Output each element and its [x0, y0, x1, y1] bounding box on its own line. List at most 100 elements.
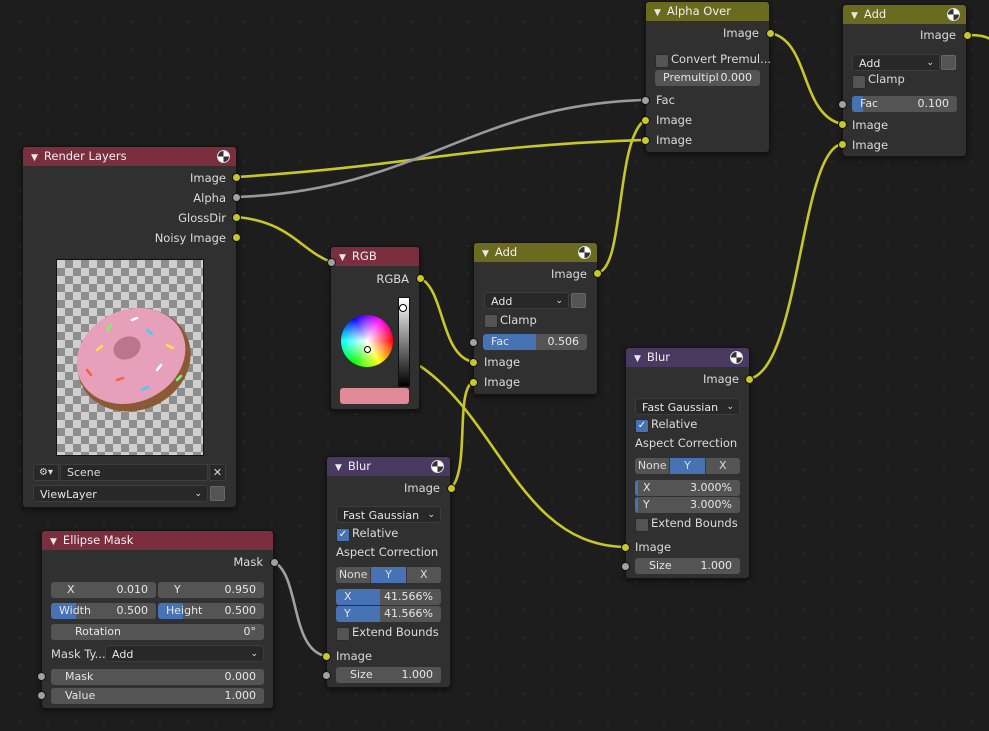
add-right-header[interactable]: ▼ Add	[843, 5, 966, 24]
filter-type-select[interactable]: Fast Gaussian ⌄	[635, 398, 740, 415]
collapse-chevron-icon[interactable]: ▼	[50, 533, 57, 550]
clamp-checkbox[interactable]	[484, 314, 498, 328]
socket-blur-right-out[interactable]	[745, 375, 754, 384]
aspect-none-option[interactable]: None	[336, 567, 372, 583]
extend-bounds-checkbox[interactable]	[635, 518, 649, 532]
scene-selector[interactable]: ⚙▾ Scene ✕	[33, 464, 226, 481]
use-alpha-icon[interactable]	[941, 55, 956, 70]
socket-rgb-in[interactable]	[327, 258, 336, 267]
socket-image-out[interactable]	[232, 173, 241, 182]
socket-alphaover-image1-in[interactable]	[641, 116, 650, 125]
size-y-field[interactable]: Y 3.000%	[635, 497, 740, 513]
ellipse-mask-node[interactable]: ▼ Ellipse Mask Mask X 0.010 Y 0.950 Width 0.…	[41, 530, 274, 709]
size-x-field[interactable]: X 3.000%	[635, 480, 740, 496]
aspect-correction-toggle[interactable]: None Y X	[336, 567, 441, 583]
size-field[interactable]: Size 1.000	[635, 558, 740, 574]
alpha-over-node[interactable]: ▼ Alpha Over Image Convert Premul... Prem…	[645, 1, 771, 153]
socket-mask-in[interactable]	[37, 672, 46, 681]
aspect-none-option[interactable]: None	[635, 458, 671, 474]
socket-alphaover-out[interactable]	[766, 29, 775, 38]
socket-value-in[interactable]	[37, 691, 46, 700]
preview-sphere-icon[interactable]	[217, 150, 230, 163]
preview-sphere-icon[interactable]	[947, 8, 960, 21]
aspect-y-option[interactable]: Y	[670, 458, 706, 474]
clamp-checkbox[interactable]	[852, 75, 866, 89]
convert-premul-checkbox[interactable]	[655, 54, 669, 68]
use-alpha-icon[interactable]	[571, 293, 586, 308]
socket-add-out[interactable]	[593, 269, 602, 278]
view-layer-select[interactable]: ViewLayer ⌄	[33, 485, 208, 502]
width-field[interactable]: Width 0.500	[51, 603, 156, 619]
aspect-x-option[interactable]: X	[706, 458, 740, 474]
add-right-node[interactable]: ▼ Add Image Add ⌄ Clamp Fac 0.100 Image Ima…	[842, 4, 967, 157]
blend-mode-select[interactable]: Add ⌄	[852, 54, 940, 71]
size-y-field[interactable]: Y 41.566%	[336, 606, 441, 622]
fac-field[interactable]: Fac 0.506	[483, 334, 587, 350]
scene-browse-icon[interactable]: ⚙▾	[33, 464, 59, 481]
socket-blur-image-in[interactable]	[322, 652, 331, 661]
color-picker-dot[interactable]	[364, 346, 371, 353]
relative-checkbox[interactable]: ✓	[336, 528, 350, 542]
preview-sphere-icon[interactable]	[730, 351, 743, 364]
add-mix-node[interactable]: ▼ Add Image Add ⌄ Clamp Fac 0.506 Image Ima…	[473, 242, 598, 395]
socket-add-right-out[interactable]	[963, 31, 972, 40]
blur-node[interactable]: ▼ Blur Image Fast Gaussian ⌄ ✓ Relative As…	[326, 456, 451, 688]
collapse-chevron-icon[interactable]: ▼	[335, 459, 342, 476]
socket-blur-out[interactable]	[447, 484, 456, 493]
socket-image1-in[interactable]	[469, 358, 478, 367]
color-swatch[interactable]	[340, 388, 409, 404]
alpha-over-header[interactable]: ▼ Alpha Over	[646, 2, 769, 21]
aspect-x-option[interactable]: X	[407, 567, 441, 583]
socket-glossdir-out[interactable]	[232, 213, 241, 222]
aspect-correction-toggle[interactable]: None Y X	[635, 458, 740, 474]
blend-mode-select[interactable]: Add ⌄	[484, 292, 569, 309]
blur-right-header[interactable]: ▼ Blur	[626, 348, 749, 367]
socket-add-right-image1-in[interactable]	[838, 120, 847, 129]
value-input-field[interactable]: Value 1.000	[51, 688, 264, 704]
premul-field[interactable]: Premultipl 0.000	[655, 70, 760, 86]
render-layers-node[interactable]: ▼ Render Layers Image Alpha GlossDir Nois…	[22, 146, 237, 508]
collapse-chevron-icon[interactable]: ▼	[654, 4, 661, 21]
add-mix-header[interactable]: ▼ Add	[474, 243, 597, 262]
mask-input-field[interactable]: Mask 0.000	[51, 669, 264, 685]
blur-header[interactable]: ▼ Blur	[327, 457, 450, 476]
socket-blur-right-image-in[interactable]	[621, 543, 630, 552]
scene-name-field[interactable]: Scene	[60, 464, 208, 481]
socket-alphaover-image2-in[interactable]	[641, 136, 650, 145]
socket-image2-in[interactable]	[469, 378, 478, 387]
socket-add-right-fac-in[interactable]	[838, 100, 847, 109]
rgb-node[interactable]: ▼ RGB RGBA	[330, 246, 420, 410]
aspect-y-option[interactable]: Y	[371, 567, 407, 583]
size-field[interactable]: Size 1.000	[336, 667, 441, 683]
collapse-chevron-icon[interactable]: ▼	[482, 245, 489, 262]
rgb-header[interactable]: ▼ RGB	[331, 247, 419, 266]
socket-mask-out[interactable]	[270, 558, 279, 567]
value-slider[interactable]	[398, 297, 410, 387]
socket-noisy-out[interactable]	[232, 233, 241, 242]
collapse-chevron-icon[interactable]: ▼	[851, 7, 858, 24]
collapse-chevron-icon[interactable]: ▼	[31, 149, 38, 166]
socket-blur-size-in[interactable]	[322, 671, 331, 680]
socket-fac-in[interactable]	[469, 338, 478, 347]
copy-layer-icon[interactable]	[210, 486, 225, 501]
x-field[interactable]: X 0.010	[51, 582, 156, 598]
ellipse-mask-header[interactable]: ▼ Ellipse Mask	[42, 531, 273, 550]
socket-alphaover-fac-in[interactable]	[641, 96, 650, 105]
preview-sphere-icon[interactable]	[578, 246, 591, 259]
filter-type-select[interactable]: Fast Gaussian ⌄	[336, 506, 441, 523]
y-field[interactable]: Y 0.950	[158, 582, 264, 598]
color-wheel[interactable]	[341, 315, 393, 367]
fac-field[interactable]: Fac 0.100	[852, 96, 957, 112]
size-x-field[interactable]: X 41.566%	[336, 589, 441, 605]
collapse-chevron-icon[interactable]: ▼	[339, 249, 346, 266]
rotation-field[interactable]: Rotation 0°	[51, 624, 264, 640]
relative-checkbox[interactable]: ✓	[635, 419, 649, 433]
collapse-chevron-icon[interactable]: ▼	[634, 350, 641, 367]
height-field[interactable]: Height 0.500	[158, 603, 264, 619]
socket-add-right-image2-in[interactable]	[838, 140, 847, 149]
socket-rgba-out[interactable]	[416, 274, 425, 283]
render-layers-header[interactable]: ▼ Render Layers	[23, 147, 236, 166]
socket-alpha-out[interactable]	[232, 193, 241, 202]
value-slider-handle[interactable]	[399, 304, 407, 312]
clear-icon[interactable]: ✕	[209, 464, 226, 481]
